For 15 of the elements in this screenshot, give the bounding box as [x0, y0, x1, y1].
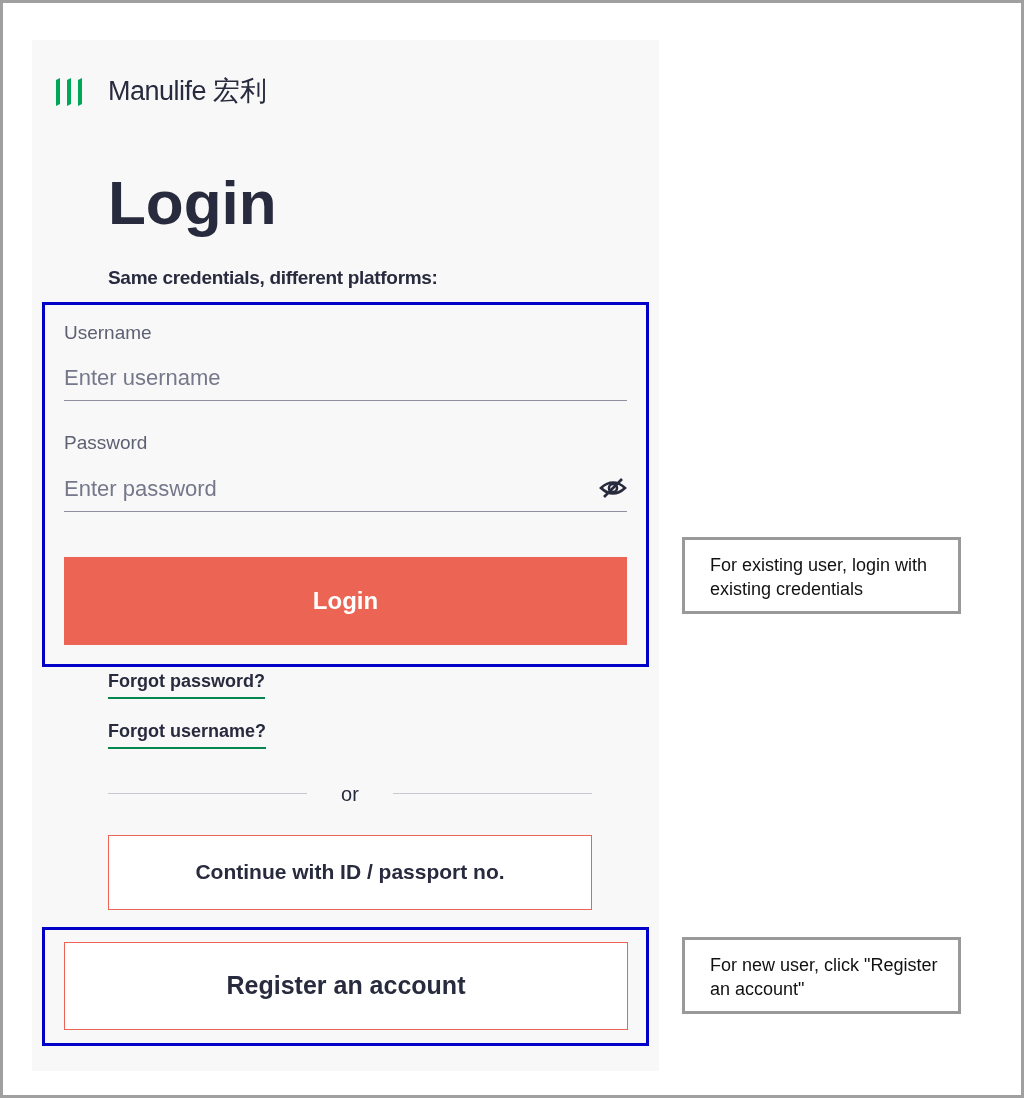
username-field[interactable]: Enter username — [64, 361, 627, 394]
callout-note: For existing user, login with existing credentials — [682, 537, 961, 614]
link[interactable]: Forgot password? — [108, 667, 265, 699]
callout-note: For new user, click "Register an account" — [682, 937, 961, 1014]
logo-icon — [54, 76, 84, 107]
register-button[interactable]: Register an account — [64, 941, 628, 1030]
field-label: Username — [64, 320, 153, 345]
link[interactable]: Forgot username? — [108, 717, 267, 749]
password-field[interactable]: Enter password — [64, 471, 599, 505]
subtitle: Same credentials, different platforms: — [108, 266, 439, 290]
field-label: Password — [64, 431, 149, 455]
eye-slash-icon[interactable] — [599, 477, 627, 499]
divider-text: or — [341, 781, 359, 807]
id-passport-button[interactable]: Continue with ID / passport no. — [108, 834, 592, 910]
logo-text: Manulife 宏利 — [108, 75, 267, 109]
